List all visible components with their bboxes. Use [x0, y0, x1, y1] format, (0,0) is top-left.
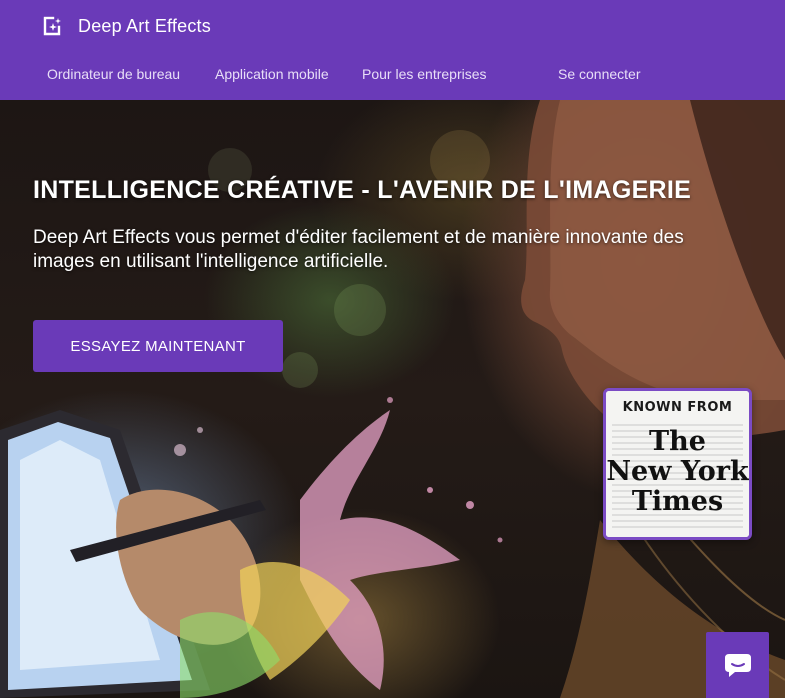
hero-section: INTELLIGENCE CRÉATIVE - L'AVENIR DE L'IM…: [0, 100, 785, 698]
nav-item-business[interactable]: Pour les entreprises: [362, 66, 487, 82]
nav-item-mobile-app[interactable]: Application mobile: [215, 66, 329, 82]
nav-item-login[interactable]: Se connecter: [558, 66, 641, 82]
nav-item-desktop[interactable]: Ordinateur de bureau: [47, 66, 180, 82]
badge-label: KNOWN FROM: [622, 400, 733, 415]
hero-title: INTELLIGENCE CRÉATIVE - L'AVENIR DE L'IM…: [33, 176, 692, 204]
nyt-logo-line-1: The: [649, 426, 706, 457]
press-badge[interactable]: KNOWN FROM The New York Times: [603, 388, 752, 540]
top-navigation-bar: Deep Art Effects Ordinateur de bureau Ap…: [0, 0, 785, 100]
chat-bubble-icon: [724, 654, 751, 677]
brand-name: Deep Art Effects: [78, 15, 211, 36]
hero-subtitle: Deep Art Effects vous permet d'éditer fa…: [33, 227, 684, 272]
nyt-logo: The New York Times: [606, 427, 749, 517]
brand[interactable]: Deep Art Effects: [42, 14, 211, 38]
try-now-button[interactable]: ESSAYEZ MAINTENANT: [33, 320, 283, 372]
chat-launcher-button[interactable]: [706, 632, 769, 698]
nyt-logo-line-2: New York: [606, 456, 749, 487]
nyt-logo-line-3: Times: [631, 486, 724, 517]
sparkle-frame-icon: [43, 16, 61, 36]
